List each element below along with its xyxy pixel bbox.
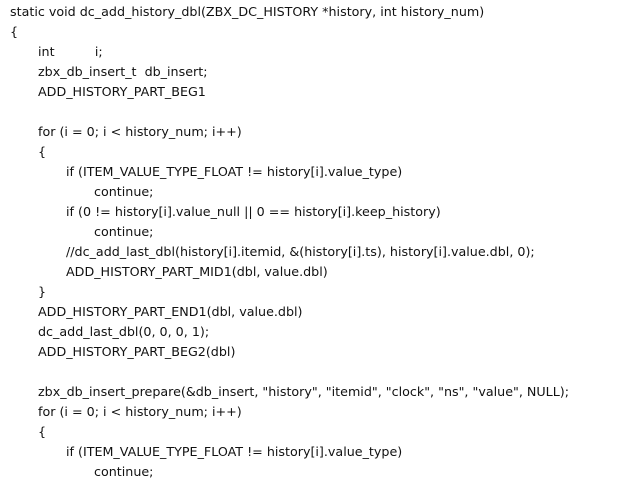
code-line: zbx_db_insert_t db_insert; — [38, 64, 208, 79]
code-line: { — [10, 24, 19, 39]
code-line: if (ITEM_VALUE_TYPE_FLOAT != history[i].… — [66, 164, 403, 179]
code-line: if (0 != history[i].value_null || 0 == h… — [66, 204, 441, 219]
code-line: zbx_db_insert_prepare(&db_insert, "histo… — [38, 384, 570, 399]
code-line: { — [38, 424, 47, 439]
code-line: continue; — [94, 224, 154, 239]
code-line: //dc_add_last_dbl(history[i].itemid, &(h… — [66, 244, 535, 259]
code-line: int i; — [38, 44, 103, 59]
code-line: { — [38, 144, 47, 159]
code-line: ADD_HISTORY_PART_BEG2(dbl) — [38, 344, 236, 359]
code-line: if (ITEM_VALUE_TYPE_FLOAT != history[i].… — [66, 444, 403, 459]
code-line: continue; — [94, 464, 154, 479]
code-line: } — [38, 284, 47, 299]
code-listing: static void dc_add_history_dbl(ZBX_DC_HI… — [0, 0, 626, 496]
code-line: static void dc_add_history_dbl(ZBX_DC_HI… — [10, 4, 485, 19]
code-line: dc_add_last_dbl(0, 0, 0, 1); — [38, 324, 210, 339]
code-line: for (i = 0; i < history_num; i++) — [38, 404, 242, 419]
code-line: ADD_HISTORY_PART_BEG1 — [38, 84, 206, 99]
code-line: ADD_HISTORY_PART_MID1(dbl, value.dbl) — [66, 264, 328, 279]
code-line: ADD_HISTORY_PART_END1(dbl, value.dbl) — [38, 304, 303, 319]
code-line: for (i = 0; i < history_num; i++) — [38, 124, 242, 139]
code-line: continue; — [94, 184, 154, 199]
